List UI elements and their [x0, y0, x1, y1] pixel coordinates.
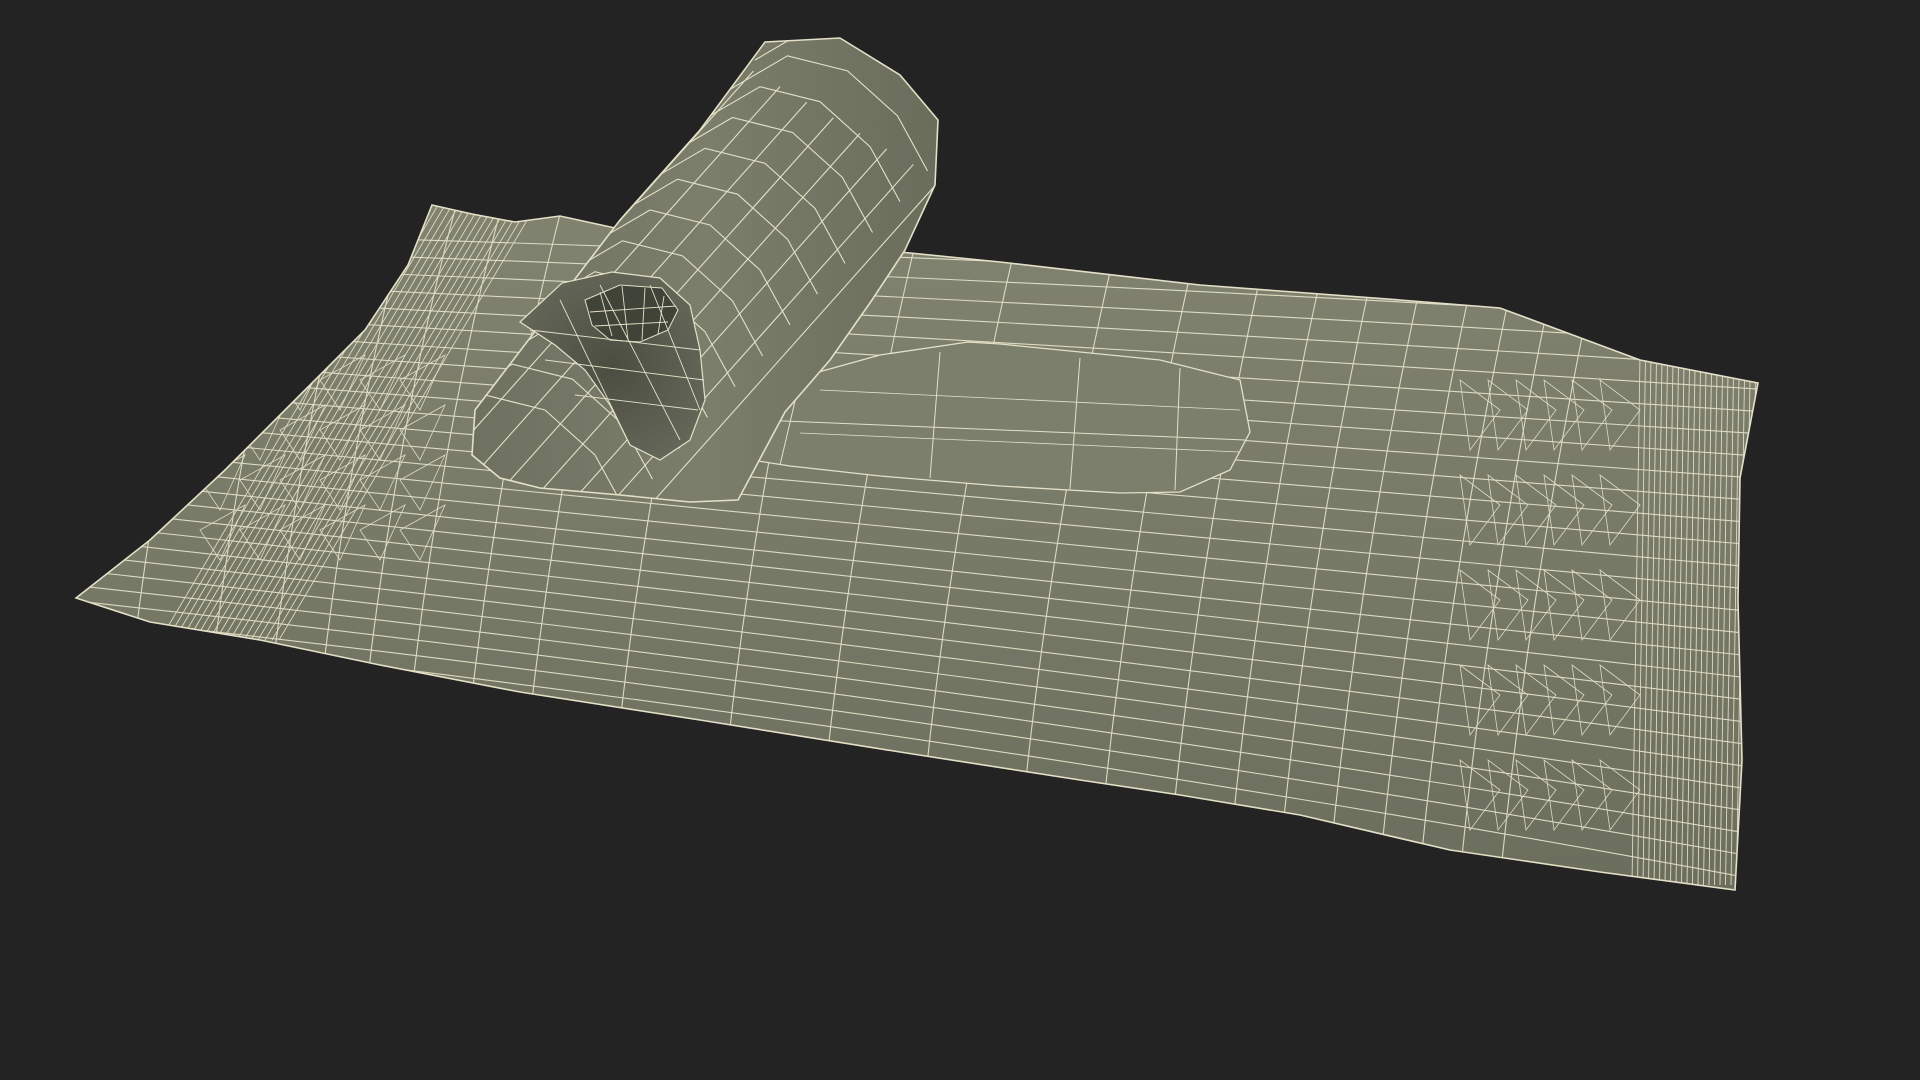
render-viewport: [0, 0, 1920, 1080]
wipes-packet: [75, 204, 1759, 891]
wireframe-scene: [75, 37, 1759, 891]
